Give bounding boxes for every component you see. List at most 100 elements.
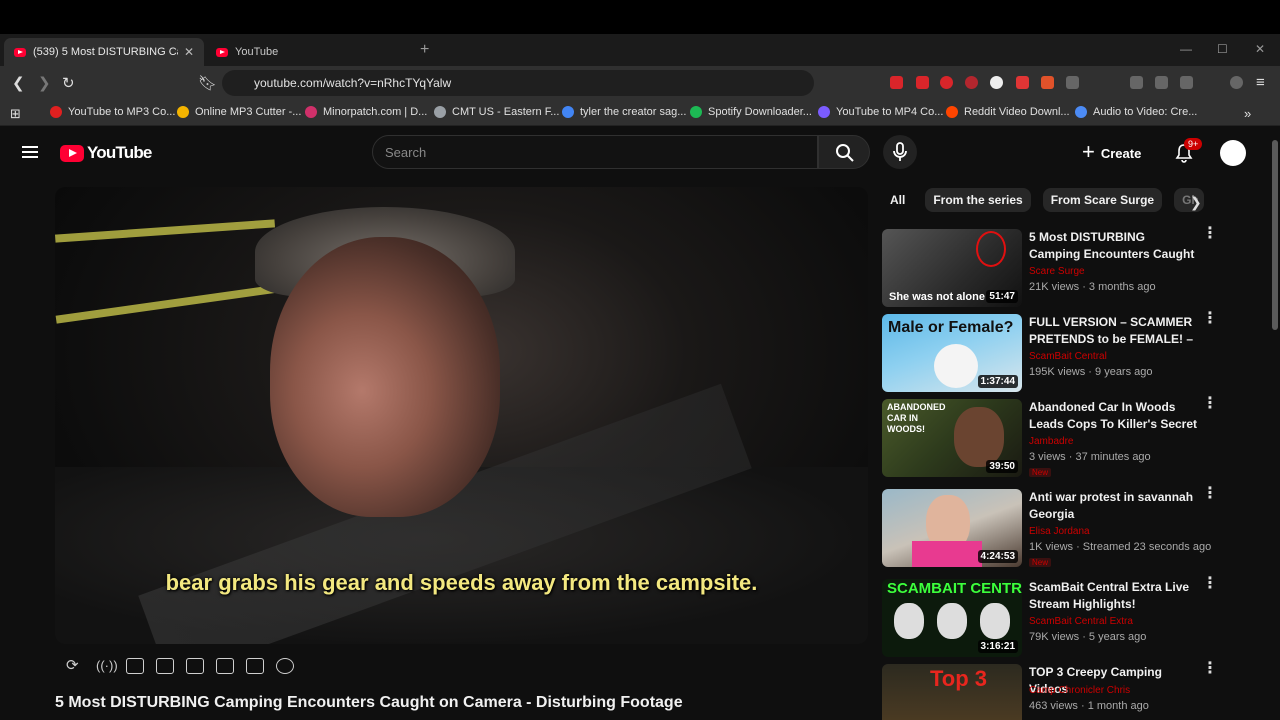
bookmark-item[interactable]: Audio to Video: Cre... — [1075, 106, 1197, 118]
video-frame-face — [270, 237, 500, 517]
youtube-logo[interactable]: YouTube — [60, 143, 152, 163]
more-options-icon[interactable]: ⋮ — [1202, 226, 1218, 242]
new-tab-icon[interactable]: + — [420, 41, 429, 59]
apps-grid-icon[interactable]: ⊞ — [10, 106, 21, 122]
bookmark-item[interactable]: YouTube to MP4 Co... — [818, 106, 943, 118]
chip-from-the-series[interactable]: From the series — [925, 188, 1031, 212]
extensions-puzzle-icon[interactable] — [1066, 76, 1079, 89]
vpn-icon[interactable] — [1230, 76, 1243, 89]
bookmark-item[interactable]: CMT US - Eastern F... — [434, 106, 559, 118]
broadcast-icon[interactable]: ((·)) — [96, 658, 118, 674]
rec-meta: 463 views · 1 month ago — [1029, 700, 1149, 712]
bookmark-favicon-icon — [946, 106, 958, 118]
video-duration: 4:24:53 — [977, 550, 1018, 563]
video-duration: 1:37:44 — [977, 375, 1018, 388]
list-item[interactable]: Male or Female? 1:37:44 FULL VERSION – S… — [882, 311, 1222, 394]
new-badge: New — [1029, 558, 1052, 567]
rec-channel[interactable]: Jambadre — [1029, 436, 1073, 447]
screen-hide-icon[interactable] — [126, 658, 144, 674]
bookmark-item[interactable]: Minorpatch.com | D... — [305, 106, 427, 118]
more-options-icon[interactable]: ⋮ — [1202, 486, 1218, 502]
tab-youtube[interactable]: YouTube — [206, 38, 411, 66]
extension-icon[interactable] — [916, 76, 929, 89]
list-item[interactable]: SCAMBAIT CENTRAL 3:16:21 ScamBait Centra… — [882, 576, 1222, 659]
video-thumbnail: SCAMBAIT CENTRAL 3:16:21 — [882, 579, 1022, 657]
list-item[interactable]: Top 3 TOP 3 Creepy Camping Videos Camp C… — [882, 661, 1222, 720]
youtube-logo-icon — [60, 144, 84, 162]
search-input[interactable]: Search — [372, 135, 818, 169]
tab-title: YouTube — [235, 46, 279, 58]
close-window-icon[interactable]: ✕ — [1255, 42, 1265, 56]
rec-meta: 79K views · 5 years ago — [1029, 631, 1147, 643]
extension-icon[interactable] — [990, 76, 1003, 89]
voice-search-button[interactable] — [883, 135, 917, 169]
create-button[interactable]: + Create — [1082, 137, 1141, 169]
extension-icon[interactable] — [1016, 76, 1029, 89]
video-title: 5 Most DISTURBING Camping Encounters Cau… — [55, 694, 683, 711]
tab-active-video[interactable]: (539) 5 Most DISTURBING Camp ✕ — [4, 38, 204, 66]
more-options-icon[interactable]: ⋮ — [1202, 311, 1218, 327]
extension-icon[interactable] — [1041, 76, 1054, 89]
minimize-icon[interactable]: — — [1180, 42, 1192, 56]
back-icon[interactable]: ❮ — [12, 74, 25, 92]
reload-icon[interactable]: ↻ — [62, 74, 75, 92]
music-icon[interactable] — [1130, 76, 1143, 89]
wallet-icon[interactable] — [1180, 76, 1193, 89]
filter-chips: All From the series From Scare Surge Gh — [882, 188, 1205, 212]
screenshot-camera-icon[interactable] — [246, 658, 264, 674]
clapperboard-icon[interactable] — [156, 658, 174, 674]
logo-text: YouTube — [87, 143, 152, 162]
rec-channel[interactable]: Camp Chronicler Chris — [1029, 685, 1130, 696]
thumbnail-text: Top 3 — [930, 666, 988, 691]
more-bookmarks-icon[interactable]: » — [1244, 106, 1251, 121]
rec-channel[interactable]: Elisa Jordana — [1029, 526, 1090, 537]
bookmark-item[interactable]: Reddit Video Downl... — [946, 106, 1070, 118]
avatar[interactable] — [1220, 140, 1246, 166]
rec-meta: 195K views · 9 years ago — [1029, 366, 1153, 378]
bookmark-icon[interactable]: 🔖︎ — [198, 74, 217, 92]
address-bar[interactable]: youtube.com/watch?v=nRhcTYqYalw — [222, 70, 814, 96]
hamburger-menu-icon[interactable] — [22, 146, 38, 158]
ublock-icon[interactable] — [965, 76, 978, 89]
bookmark-item[interactable]: Spotify Downloader... — [690, 106, 812, 118]
forward-icon[interactable]: ❯ — [38, 74, 51, 92]
plus-icon: + — [1082, 139, 1095, 164]
create-label: Create — [1100, 145, 1142, 161]
bookmark-item[interactable]: YouTube to MP3 Co... — [50, 106, 175, 118]
extension-icon[interactable] — [890, 76, 903, 89]
chip-from-scare-surge[interactable]: From Scare Surge — [1042, 188, 1163, 212]
extension-icon[interactable] — [940, 76, 953, 89]
maximize-icon[interactable]: ☐ — [1217, 42, 1228, 56]
rec-channel[interactable]: ScamBait Central — [1029, 351, 1107, 362]
youtube-header: YouTube Search + Create 9+ — [0, 127, 1280, 183]
settings-gear-icon[interactable] — [276, 658, 294, 674]
sidebar-icon[interactable] — [1155, 76, 1168, 89]
more-options-icon[interactable]: ⋮ — [1202, 576, 1218, 592]
menu-icon[interactable]: ≡ — [1256, 74, 1265, 91]
film-strip-icon[interactable] — [216, 658, 234, 674]
thumbnail-face — [980, 603, 1010, 639]
more-options-icon[interactable]: ⋮ — [1202, 661, 1218, 677]
youtube-favicon-icon — [14, 47, 26, 57]
tab-close-icon[interactable]: ✕ — [184, 45, 194, 59]
chevron-right-icon[interactable]: ❯ — [1190, 194, 1202, 211]
more-options-icon[interactable]: ⋮ — [1202, 396, 1218, 412]
picture-in-picture-icon[interactable] — [186, 658, 204, 674]
thumbnail-text: ABANDONED CAR IN WOODS! — [887, 402, 946, 434]
bookmark-item[interactable]: tyler the creator sag... — [562, 106, 686, 118]
bookmark-item[interactable]: Online MP3 Cutter -... — [177, 106, 301, 118]
search-button[interactable] — [818, 135, 870, 169]
list-item[interactable]: She was not alone 51:47 5 Most DISTURBIN… — [882, 226, 1222, 309]
rec-channel[interactable]: Scare Surge — [1029, 266, 1085, 277]
rec-title: ScamBait Central Extra Live Stream Highl… — [1029, 580, 1190, 611]
list-item[interactable]: 4:24:53 Anti war protest in savannah Geo… — [882, 486, 1222, 569]
chip-all[interactable]: All — [882, 188, 913, 212]
video-frame-highlight — [55, 282, 295, 324]
rec-channel[interactable]: ScamBait Central Extra — [1029, 616, 1133, 627]
loop-icon[interactable]: ⟳ — [66, 658, 84, 674]
page-scrollbar[interactable] — [1272, 140, 1278, 330]
list-item[interactable]: ABANDONED CAR IN WOODS! 39:50 Abandoned … — [882, 396, 1222, 479]
tab-strip: (539) 5 Most DISTURBING Camp ✕ YouTube +… — [0, 34, 1280, 66]
bookmark-favicon-icon — [177, 106, 189, 118]
video-player[interactable]: bear grabs his gear and speeds away from… — [55, 187, 868, 644]
